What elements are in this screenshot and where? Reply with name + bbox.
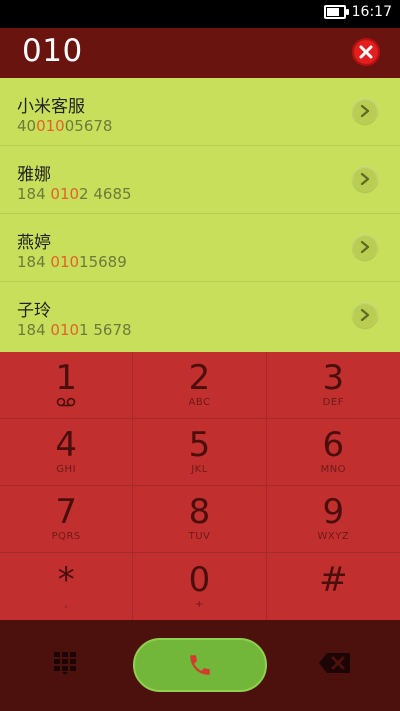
chevron-right-icon	[360, 173, 370, 185]
phone-match-highlight: 010	[50, 185, 80, 203]
key-digit: 7	[55, 492, 77, 532]
key-digit: 5	[188, 425, 211, 465]
contact-row[interactable]: 子玲 184 0101 5678	[0, 282, 400, 350]
key-digit: 2	[188, 358, 211, 398]
key-letters: WXYZ	[317, 531, 350, 542]
key-letters: ,	[64, 598, 68, 610]
key-1[interactable]: 1	[0, 352, 134, 419]
chevron-right-icon	[360, 309, 370, 321]
key-digit: 9	[322, 492, 345, 532]
dial-keypad: 1 2 ABC 3 DEF 4 GHI 5 JKL 6 MNO 7 PQRS 8…	[0, 352, 400, 620]
key-digit: *	[57, 559, 75, 600]
key-3[interactable]: 3 DEF	[266, 352, 400, 419]
clear-number-button[interactable]	[352, 38, 380, 66]
voicemail-icon	[56, 397, 76, 409]
contact-phone: 184 0102 4685	[17, 185, 132, 203]
key-star[interactable]: * ,	[0, 553, 134, 620]
status-bar: 16:17	[0, 0, 400, 28]
key-digit: 4	[55, 425, 77, 465]
key-5[interactable]: 5 JKL	[133, 419, 267, 486]
contact-phone: 184 0101 5678	[17, 321, 132, 339]
contact-detail-button[interactable]	[352, 302, 378, 328]
key-letters: JKL	[191, 464, 208, 475]
chevron-right-icon	[360, 241, 370, 253]
key-letters: PQRS	[51, 531, 81, 542]
contact-detail-button[interactable]	[352, 166, 378, 192]
dialed-number: 010	[22, 33, 83, 69]
contact-phone: 4001005678	[17, 117, 113, 135]
contact-name: 燕婷	[17, 233, 51, 253]
key-letters: DEF	[322, 397, 344, 408]
contact-detail-button[interactable]	[352, 234, 378, 260]
contact-row[interactable]: 燕婷 184 01015689	[0, 214, 400, 282]
contact-row[interactable]: 雅娜 184 0102 4685	[0, 146, 400, 214]
key-hash[interactable]: #	[267, 553, 400, 620]
key-8[interactable]: 8 TUV	[133, 486, 267, 553]
dialpad-toggle-button[interactable]	[52, 650, 78, 676]
key-digit: #	[319, 559, 348, 600]
key-letters: GHI	[56, 464, 77, 475]
contact-name: 小米客服	[17, 97, 85, 117]
key-digit: 6	[322, 425, 345, 465]
dialpad-icon	[54, 652, 76, 675]
dialer-header: 010	[0, 28, 400, 78]
contact-phone: 184 01015689	[17, 253, 127, 271]
phone-icon	[190, 655, 210, 675]
call-button[interactable]	[133, 638, 267, 692]
key-letters: +	[195, 598, 204, 610]
chevron-right-icon	[360, 105, 370, 117]
phone-match-highlight: 010	[50, 253, 80, 271]
key-letters: TUV	[188, 531, 211, 542]
key-digit: 3	[322, 358, 345, 398]
key-0[interactable]: 0 +	[133, 553, 267, 620]
status-time: 16:17	[351, 4, 392, 20]
key-digit: 8	[188, 492, 211, 532]
key-digit: 1	[55, 358, 77, 398]
close-icon	[359, 45, 373, 59]
key-6[interactable]: 6 MNO	[266, 419, 400, 486]
phone-match-highlight: 010	[50, 321, 80, 339]
dialer-bottom-bar	[0, 620, 400, 711]
contact-detail-button[interactable]	[352, 98, 378, 124]
phone-match-highlight: 010	[36, 117, 65, 135]
key-digit: 0	[188, 559, 211, 600]
key-7[interactable]: 7 PQRS	[0, 486, 134, 553]
contact-row[interactable]: 小米客服 4001005678	[0, 78, 400, 146]
contact-name: 雅娜	[17, 165, 51, 185]
key-letters: ABC	[188, 397, 211, 408]
backspace-button[interactable]	[318, 652, 352, 674]
battery-icon	[323, 5, 349, 19]
key-9[interactable]: 9 WXYZ	[266, 486, 400, 553]
contact-name: 子玲	[17, 301, 51, 321]
contact-results-list: 小米客服 4001005678 雅娜 184 0102 4685 燕婷 184 …	[0, 78, 400, 352]
key-2[interactable]: 2 ABC	[133, 352, 267, 419]
key-letters: MNO	[320, 464, 347, 475]
key-4[interactable]: 4 GHI	[0, 419, 134, 486]
backspace-icon	[319, 653, 350, 673]
